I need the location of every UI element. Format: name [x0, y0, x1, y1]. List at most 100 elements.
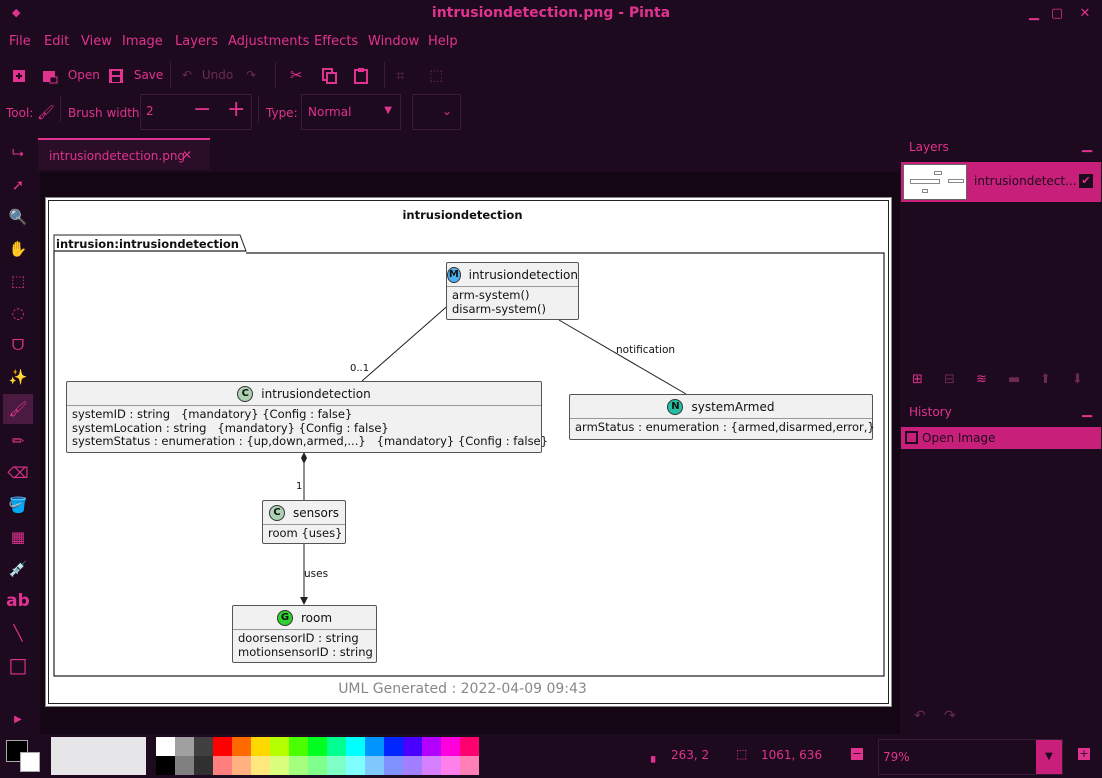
more-tools-button[interactable]: ▶: [3, 704, 33, 734]
palette-swatch[interactable]: [156, 737, 175, 756]
save-button[interactable]: Save: [108, 64, 163, 86]
type-dropdown[interactable]: Normal ▼: [301, 94, 401, 130]
palette-swatch[interactable]: [194, 756, 213, 775]
palette-swatch[interactable]: [289, 737, 308, 756]
color-picker-tool[interactable]: 💉: [3, 554, 33, 584]
paintbrush-tool[interactable]: 🖌: [3, 394, 33, 424]
redo-button[interactable]: ↷: [246, 64, 256, 86]
palette-swatch[interactable]: [251, 737, 270, 756]
palette-swatch[interactable]: [232, 737, 251, 756]
palette-swatch[interactable]: [251, 756, 270, 775]
palette-swatch[interactable]: [270, 737, 289, 756]
palette-swatch[interactable]: [441, 737, 460, 756]
zoom-tool[interactable]: 🔍: [3, 202, 33, 232]
layers-collapse-button[interactable]: ▁: [1082, 138, 1092, 153]
menu-edit[interactable]: Edit: [44, 34, 69, 49]
palette-swatch[interactable]: [346, 737, 365, 756]
palette-swatch[interactable]: [460, 737, 479, 756]
increase-width-button[interactable]: +: [227, 97, 245, 122]
new-image-button[interactable]: [11, 64, 27, 86]
menu-file[interactable]: File: [9, 34, 31, 49]
maximize-button[interactable]: ▢: [1047, 4, 1067, 24]
palette-swatch[interactable]: [403, 756, 422, 775]
palette-swatch[interactable]: [365, 756, 384, 775]
palette-swatch[interactable]: [232, 756, 251, 775]
palette-swatch[interactable]: [441, 756, 460, 775]
brush-width-input[interactable]: 2 − +: [140, 94, 252, 130]
palette-swatch[interactable]: [175, 756, 194, 775]
magic-wand-tool[interactable]: ✨: [3, 362, 33, 392]
history-undo-icon[interactable]: ↶: [914, 708, 926, 724]
rectangle-select-tool[interactable]: ⬚: [3, 266, 33, 296]
add-layer-icon[interactable]: ⊞: [912, 372, 923, 387]
layer-item[interactable]: intrusiondetect... ✔: [901, 162, 1101, 202]
image-canvas[interactable]: intrusiondetection intrusion:intrusionde…: [45, 197, 892, 707]
history-collapse-button[interactable]: ▁: [1082, 403, 1092, 418]
move-layer-up-icon[interactable]: ⬆: [1040, 372, 1051, 387]
deselect-button[interactable]: ⬚: [429, 64, 443, 86]
ellipse-select-tool[interactable]: ◌: [3, 298, 33, 328]
palette-swatch[interactable]: [270, 756, 289, 775]
layer-visibility-checkbox[interactable]: ✔: [1079, 174, 1093, 188]
history-item[interactable]: Open Image: [901, 427, 1101, 449]
close-button[interactable]: ✕: [1075, 4, 1095, 24]
palette-swatch[interactable]: [346, 756, 365, 775]
decrease-width-button[interactable]: −: [193, 97, 211, 122]
menu-effects[interactable]: Effects: [314, 34, 358, 49]
palette-swatch[interactable]: [365, 737, 384, 756]
antialias-dropdown[interactable]: ⌄: [412, 94, 461, 130]
palette-swatch[interactable]: [327, 756, 346, 775]
palette-swatch[interactable]: [403, 737, 422, 756]
lasso-select-tool[interactable]: ᗜ: [3, 330, 33, 360]
zoom-combobox[interactable]: 79% ▼: [878, 739, 1063, 775]
chevron-down-icon[interactable]: ▼: [1036, 740, 1062, 774]
palette-swatch[interactable]: [156, 756, 175, 775]
minimize-button[interactable]: ▁: [1024, 4, 1044, 24]
gradient-tool[interactable]: ▦: [3, 522, 33, 552]
delete-layer-icon[interactable]: ⊟: [944, 372, 955, 387]
open-button[interactable]: Open: [42, 64, 100, 86]
menu-view[interactable]: View: [81, 34, 112, 49]
palette-swatch[interactable]: [384, 737, 403, 756]
palette-swatch[interactable]: [213, 737, 232, 756]
close-tab-icon[interactable]: ✕: [182, 148, 192, 162]
move-selected-tool[interactable]: ⮡: [3, 138, 33, 168]
palette-swatch[interactable]: [422, 737, 441, 756]
menu-layers[interactable]: Layers: [175, 34, 218, 49]
palette-swatch[interactable]: [327, 737, 346, 756]
palette-swatch[interactable]: [213, 756, 232, 775]
cut-button[interactable]: ✂: [290, 64, 303, 86]
palette-swatch[interactable]: [175, 737, 194, 756]
crop-button[interactable]: ⌗: [396, 64, 404, 86]
palette-swatch[interactable]: [422, 756, 441, 775]
history-redo-icon[interactable]: ↷: [944, 708, 956, 724]
document-tab[interactable]: intrusiondetection.png ✕: [38, 138, 210, 170]
merge-layer-icon[interactable]: ▬: [1008, 372, 1020, 387]
undo-button[interactable]: ↶ Undo: [182, 64, 233, 86]
pencil-tool[interactable]: ✏: [3, 426, 33, 456]
duplicate-layer-icon[interactable]: ≋: [976, 372, 987, 387]
line-tool[interactable]: ╲: [3, 618, 33, 648]
paste-button[interactable]: [353, 64, 369, 86]
pan-tool[interactable]: ✋: [3, 234, 33, 264]
copy-button[interactable]: [321, 64, 337, 86]
palette-swatch[interactable]: [308, 737, 327, 756]
palette-swatch[interactable]: [194, 737, 213, 756]
zoom-in-button[interactable]: +: [1078, 748, 1090, 760]
palette-swatch[interactable]: [289, 756, 308, 775]
palette-swatch[interactable]: [384, 756, 403, 775]
text-tool[interactable]: ab: [3, 586, 33, 616]
secondary-color-swatch[interactable]: [20, 752, 40, 772]
eraser-tool[interactable]: ⌫: [3, 458, 33, 488]
menu-help[interactable]: Help: [428, 34, 458, 49]
move-selection-tool[interactable]: ➚: [3, 170, 33, 200]
menu-adjustments[interactable]: Adjustments: [228, 34, 309, 49]
menu-image[interactable]: Image: [122, 34, 163, 49]
menu-window[interactable]: Window: [368, 34, 419, 49]
rectangle-tool[interactable]: □: [3, 650, 33, 680]
palette-swatch[interactable]: [308, 756, 327, 775]
palette-swatch[interactable]: [460, 756, 479, 775]
paint-bucket-tool[interactable]: 🪣: [3, 490, 33, 520]
move-layer-down-icon[interactable]: ⬇: [1072, 372, 1083, 387]
zoom-out-button[interactable]: −: [851, 748, 863, 760]
